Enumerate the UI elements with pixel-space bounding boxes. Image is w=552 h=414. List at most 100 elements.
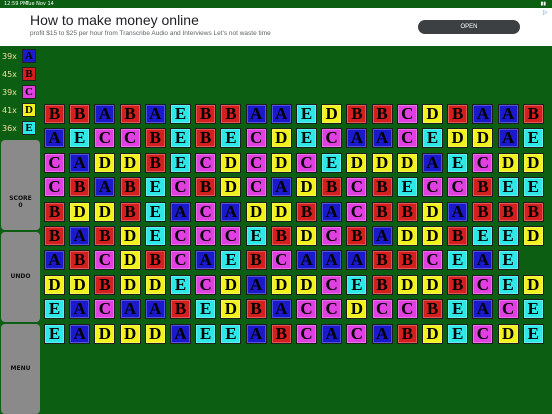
tile-b[interactable]: B bbox=[170, 299, 191, 320]
tile-b[interactable]: B bbox=[396, 201, 418, 222]
tile-c[interactable]: C bbox=[396, 299, 418, 320]
tile-d[interactable]: D bbox=[321, 104, 343, 124]
tile-c[interactable]: C bbox=[296, 299, 317, 320]
tile-d[interactable]: D bbox=[296, 177, 317, 198]
tile-d[interactable]: D bbox=[396, 152, 418, 173]
tile-d[interactable]: D bbox=[119, 226, 141, 246]
undo-button[interactable]: UNDO bbox=[1, 232, 40, 322]
tile-c[interactable]: C bbox=[321, 128, 343, 149]
tile-b[interactable]: B bbox=[69, 104, 91, 124]
tile-d[interactable]: D bbox=[144, 323, 166, 344]
tile-d[interactable]: D bbox=[497, 152, 519, 173]
tile-a[interactable]: A bbox=[497, 104, 519, 124]
tile-d[interactable]: D bbox=[94, 152, 116, 173]
tile-e[interactable]: E bbox=[447, 152, 469, 173]
tile-b[interactable]: B bbox=[195, 177, 217, 198]
tile-b[interactable]: B bbox=[346, 226, 368, 246]
tile-e[interactable]: E bbox=[44, 299, 65, 320]
tile-b[interactable]: B bbox=[119, 104, 141, 124]
tile-b[interactable]: B bbox=[371, 250, 393, 271]
tile-d[interactable]: D bbox=[270, 152, 292, 173]
tile-b[interactable]: B bbox=[472, 177, 494, 198]
tile-d[interactable]: D bbox=[144, 274, 166, 295]
tile-b[interactable]: B bbox=[220, 104, 242, 124]
tile-d[interactable]: D bbox=[296, 274, 317, 295]
tile-e[interactable]: E bbox=[170, 152, 191, 173]
tile-d[interactable]: D bbox=[522, 226, 544, 246]
tile-a[interactable]: A bbox=[69, 299, 91, 320]
tile-b[interactable]: B bbox=[522, 104, 544, 124]
tile-c[interactable]: C bbox=[346, 323, 368, 344]
tile-a[interactable]: A bbox=[447, 201, 469, 222]
tile-e[interactable]: E bbox=[195, 299, 217, 320]
tile-b[interactable]: B bbox=[371, 177, 393, 198]
tile-c[interactable]: C bbox=[321, 226, 343, 246]
tile-d[interactable]: D bbox=[346, 299, 368, 320]
tile-d[interactable]: D bbox=[396, 274, 418, 295]
tile-d[interactable]: D bbox=[270, 201, 292, 222]
tile-d[interactable]: D bbox=[422, 104, 443, 124]
tile-a[interactable]: A bbox=[472, 104, 494, 124]
tile-b[interactable]: B bbox=[447, 226, 469, 246]
tile-c[interactable]: C bbox=[422, 177, 443, 198]
tile-c[interactable]: C bbox=[321, 299, 343, 320]
tile-d[interactable]: D bbox=[447, 128, 469, 149]
tile-c[interactable]: C bbox=[170, 177, 191, 198]
tile-d[interactable]: D bbox=[497, 323, 519, 344]
tile-d[interactable]: D bbox=[522, 152, 544, 173]
tile-c[interactable]: C bbox=[94, 299, 116, 320]
tile-e[interactable]: E bbox=[44, 323, 65, 344]
ad-title[interactable]: How to make money online bbox=[30, 12, 199, 28]
tile-e[interactable]: E bbox=[170, 274, 191, 295]
tile-c[interactable]: C bbox=[396, 104, 418, 124]
tile-d[interactable]: D bbox=[522, 274, 544, 295]
tile-e[interactable]: E bbox=[497, 250, 519, 271]
tile-a[interactable]: A bbox=[296, 250, 317, 271]
tile-c[interactable]: C bbox=[497, 299, 519, 320]
tile-a[interactable]: A bbox=[144, 104, 166, 124]
tile-c[interactable]: C bbox=[195, 274, 217, 295]
tile-b[interactable]: B bbox=[195, 104, 217, 124]
tile-b[interactable]: B bbox=[44, 201, 65, 222]
tile-c[interactable]: C bbox=[371, 299, 393, 320]
tile-e[interactable]: E bbox=[497, 177, 519, 198]
menu-button[interactable]: MENU bbox=[1, 324, 40, 414]
tile-b[interactable]: B bbox=[447, 274, 469, 295]
tile-e[interactable]: E bbox=[497, 274, 519, 295]
tile-c[interactable]: C bbox=[472, 274, 494, 295]
tile-b[interactable]: B bbox=[144, 128, 166, 149]
tile-e[interactable]: E bbox=[522, 128, 544, 149]
tile-d[interactable]: D bbox=[220, 152, 242, 173]
tile-a[interactable]: A bbox=[321, 201, 343, 222]
score-button[interactable]: SCORE 0 bbox=[1, 140, 40, 230]
tile-d[interactable]: D bbox=[119, 323, 141, 344]
tile-b[interactable]: B bbox=[270, 226, 292, 246]
tile-a[interactable]: A bbox=[371, 323, 393, 344]
tile-c[interactable]: C bbox=[422, 250, 443, 271]
tile-a[interactable]: A bbox=[94, 104, 116, 124]
tile-c[interactable]: C bbox=[170, 250, 191, 271]
tile-c[interactable]: C bbox=[94, 250, 116, 271]
tile-b[interactable]: B bbox=[270, 323, 292, 344]
tile-e[interactable]: E bbox=[220, 128, 242, 149]
tile-a[interactable]: A bbox=[346, 128, 368, 149]
tile-d[interactable]: D bbox=[472, 128, 494, 149]
tile-e[interactable]: E bbox=[144, 226, 166, 246]
tile-e[interactable]: E bbox=[522, 323, 544, 344]
tile-d[interactable]: D bbox=[422, 226, 443, 246]
tile-a[interactable]: A bbox=[69, 226, 91, 246]
tile-c[interactable]: C bbox=[170, 226, 191, 246]
tile-b[interactable]: B bbox=[245, 299, 267, 320]
tile-d[interactable]: D bbox=[69, 201, 91, 222]
tile-b[interactable]: B bbox=[497, 201, 519, 222]
tile-c[interactable]: C bbox=[346, 177, 368, 198]
tile-d[interactable]: D bbox=[69, 274, 91, 295]
tile-b[interactable]: B bbox=[346, 104, 368, 124]
tile-d[interactable]: D bbox=[296, 226, 317, 246]
tile-e[interactable]: E bbox=[522, 299, 544, 320]
tile-d[interactable]: D bbox=[94, 201, 116, 222]
tile-e[interactable]: E bbox=[447, 250, 469, 271]
tile-e[interactable]: E bbox=[69, 128, 91, 149]
tile-d[interactable]: D bbox=[220, 177, 242, 198]
tile-c[interactable]: C bbox=[119, 128, 141, 149]
